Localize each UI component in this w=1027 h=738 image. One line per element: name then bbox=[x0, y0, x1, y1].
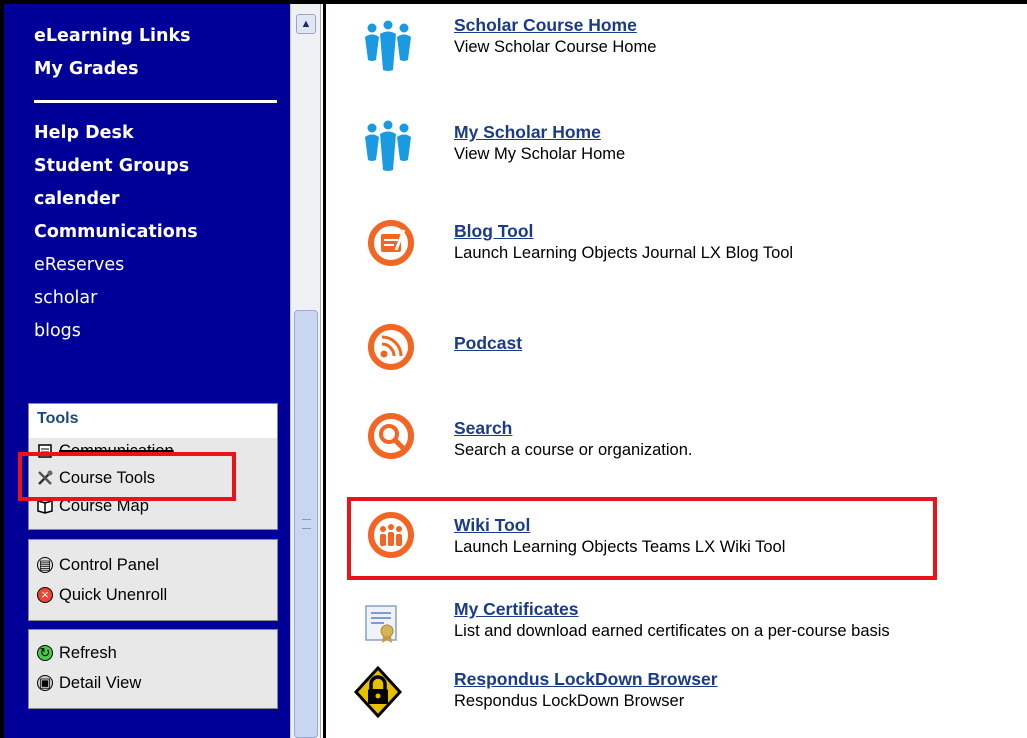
scholar-people-icon bbox=[362, 20, 422, 80]
tool-list-item-text: Respondus LockDown Browser Respondus Loc… bbox=[454, 668, 718, 712]
search-link[interactable]: Search bbox=[454, 417, 692, 439]
refresh-label: Refresh bbox=[59, 643, 117, 662]
search-icon bbox=[366, 411, 426, 471]
scholar-people-icon bbox=[362, 120, 422, 180]
control-panel-icon: ▤ bbox=[37, 557, 53, 573]
detail-view-label: Detail View bbox=[59, 673, 142, 692]
my-certificates-desc: List and download earned certificates on… bbox=[454, 622, 890, 640]
podcast-link[interactable]: Podcast bbox=[454, 332, 522, 354]
sidebar-link-elearning-links[interactable]: eLearning Links bbox=[34, 20, 284, 53]
view-panel-box: ↻ Refresh ▣ Detail View bbox=[28, 629, 278, 709]
sidebar-scrollbar[interactable]: ▲ bbox=[290, 4, 320, 738]
tools-panel-header: Tools bbox=[29, 404, 277, 438]
sidebar-link-communications[interactable]: Communications bbox=[34, 216, 284, 249]
respondus-link[interactable]: Respondus LockDown Browser bbox=[454, 668, 718, 690]
sidebar-link-help-desk[interactable]: Help Desk bbox=[34, 117, 284, 150]
refresh-link[interactable]: ↻ Refresh bbox=[29, 638, 277, 668]
search-desc: Search a course or organization. bbox=[454, 441, 693, 459]
sidebar-link-ereserves[interactable]: eReserves bbox=[34, 249, 284, 282]
my-scholar-home-link[interactable]: My Scholar Home bbox=[454, 121, 625, 143]
blog-tool-desc: Launch Learning Objects Journal LX Blog … bbox=[454, 244, 794, 262]
scholar-course-home-link[interactable]: Scholar Course Home bbox=[454, 14, 656, 36]
quick-unenroll-link[interactable]: × Quick Unenroll bbox=[29, 580, 277, 610]
sidebar-nav: eLearning Links My Grades Help Desk Stud… bbox=[34, 20, 284, 348]
sidebar-link-calender[interactable]: calender bbox=[34, 183, 284, 216]
my-scholar-home-desc: View My Scholar Home bbox=[454, 145, 626, 163]
scholar-course-home-desc: View Scholar Course Home bbox=[454, 38, 657, 56]
detail-view-link[interactable]: ▣ Detail View bbox=[29, 668, 277, 698]
tool-list-item-text: My Scholar Home View My Scholar Home bbox=[454, 121, 625, 165]
respondus-desc: Respondus LockDown Browser bbox=[454, 692, 685, 710]
control-panel-label: Control Panel bbox=[59, 555, 159, 574]
podcast-icon bbox=[366, 322, 426, 382]
detail-view-icon: ▣ bbox=[37, 675, 53, 691]
scroll-up-button[interactable]: ▲ bbox=[296, 14, 316, 34]
blog-tool-link[interactable]: Blog Tool bbox=[454, 220, 793, 242]
sidebar-link-scholar[interactable]: scholar bbox=[34, 282, 284, 315]
sidebar-link-blogs[interactable]: blogs bbox=[34, 315, 284, 348]
control-panel-link[interactable]: ▤ Control Panel bbox=[29, 550, 277, 580]
course-tools-highlight bbox=[18, 452, 236, 501]
sidebar-link-student-groups[interactable]: Student Groups bbox=[34, 150, 284, 183]
scrollbar-thumb[interactable] bbox=[294, 310, 318, 738]
wiki-tool-highlight bbox=[347, 497, 937, 580]
sidebar-divider bbox=[34, 100, 277, 103]
scrollbar-grip bbox=[302, 519, 311, 529]
tool-list-item-text: Scholar Course Home View Scholar Course … bbox=[454, 14, 656, 58]
frame-divider bbox=[320, 4, 326, 738]
tool-list-item-text: Search Search a course or organization. bbox=[454, 417, 692, 461]
blog-icon bbox=[366, 218, 426, 278]
control-panel-box: ▤ Control Panel × Quick Unenroll bbox=[28, 539, 278, 621]
sidebar-link-my-grades[interactable]: My Grades bbox=[34, 53, 284, 86]
quick-unenroll-label: Quick Unenroll bbox=[59, 585, 168, 604]
lockdown-lock-icon bbox=[353, 665, 414, 726]
certificate-icon bbox=[364, 604, 424, 664]
my-certificates-link[interactable]: My Certificates bbox=[454, 598, 890, 620]
tool-list-item-text: Blog Tool Launch Learning Objects Journa… bbox=[454, 220, 793, 264]
tool-list-item-text: My Certificates List and download earned… bbox=[454, 598, 890, 642]
sidebar: eLearning Links My Grades Help Desk Stud… bbox=[4, 4, 290, 738]
unenroll-icon: × bbox=[37, 587, 53, 603]
tool-list-item-text: Podcast bbox=[454, 332, 522, 354]
refresh-icon: ↻ bbox=[37, 645, 53, 661]
